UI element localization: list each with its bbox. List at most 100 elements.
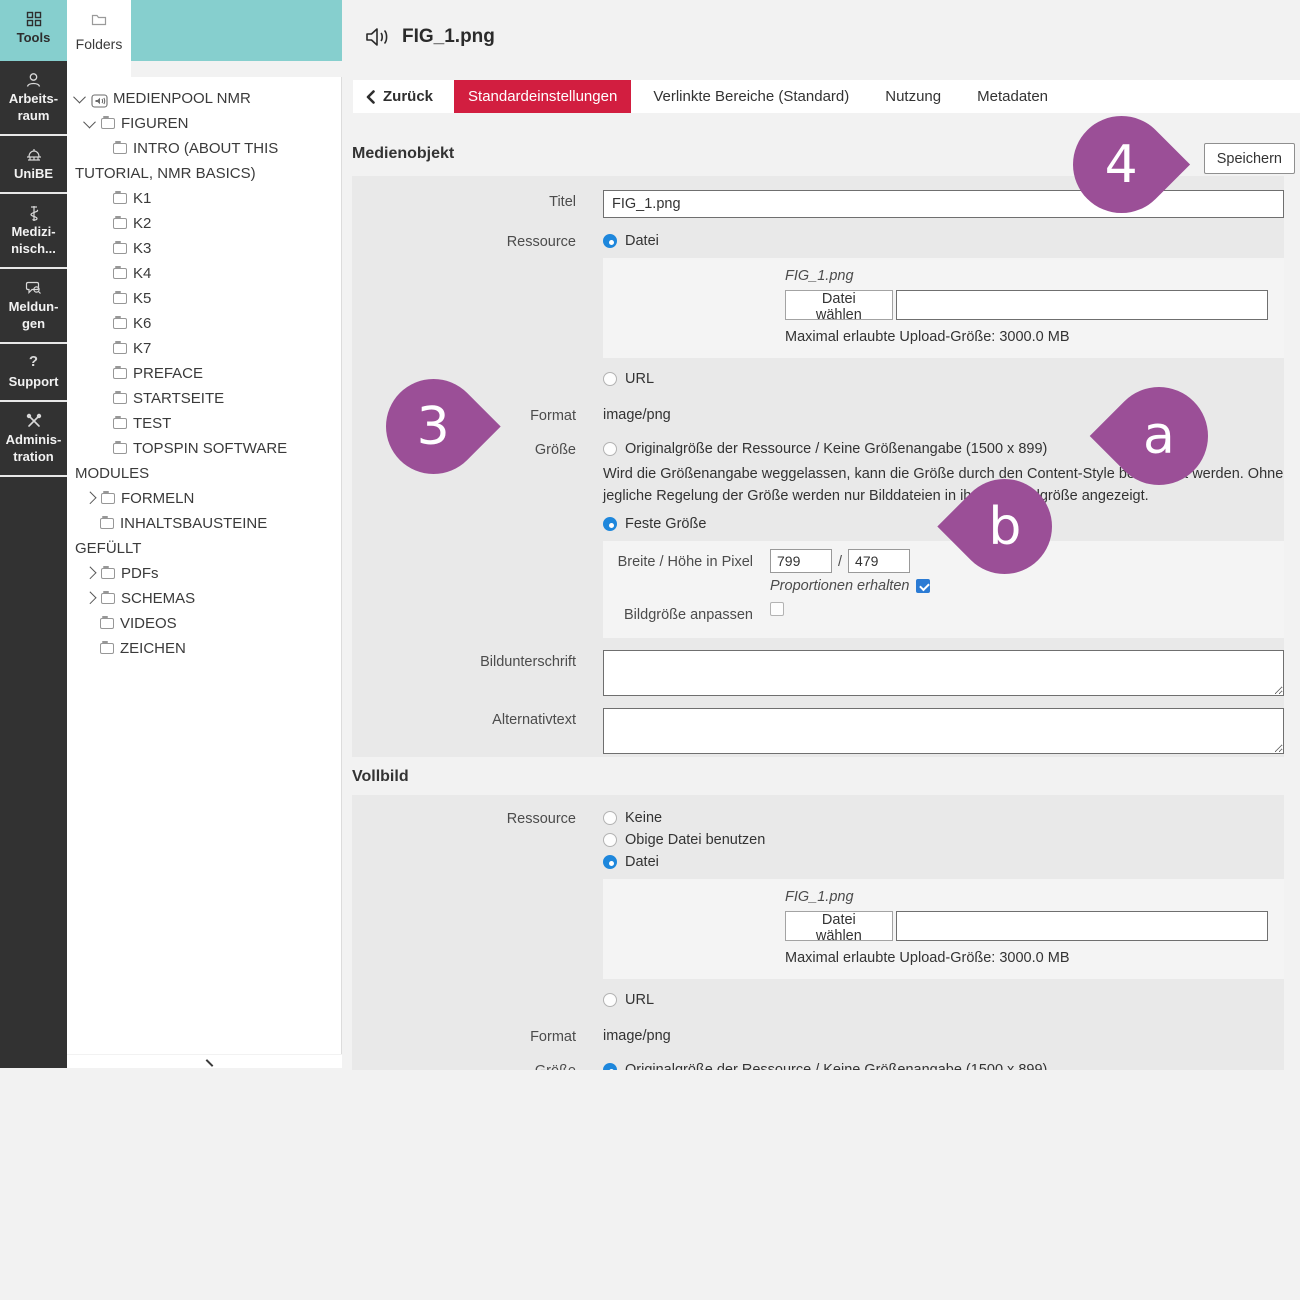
tab-metadaten[interactable]: Metadaten [963,80,1062,113]
folder-icon [113,193,127,204]
chevron-right-icon[interactable] [84,566,97,579]
upload-size-note: Maximal erlaubte Upload-Größe: 3000.0 MB [785,947,1268,969]
proportionen-label: Proportionen erhalten [770,578,909,594]
alternativtext-row: Alternativtext Wird verwendet, wenn die … [352,708,1284,757]
tree-item-k5[interactable]: K5 [75,286,325,311]
folder-icon [101,118,115,129]
tree-item-label: FORMELN [121,490,194,507]
folder-icon [101,593,115,604]
tree-item-pdfs[interactable]: PDFs [75,561,325,586]
rail-item-arbeitsraum[interactable]: Arbeits­raum [0,61,67,136]
url-radio-option[interactable]: URL [603,368,1284,390]
folder-icon [100,618,114,629]
tree-item-label: PREFACE [133,365,203,382]
medical-icon [2,203,65,221]
chevron-right-icon[interactable] [84,491,97,504]
bildgroesse-row: Bildgröße anpassen [603,602,1268,626]
radio-selected-icon[interactable] [603,234,617,248]
radio-unselected-icon[interactable] [603,442,617,456]
tab-folders[interactable]: Folders [67,0,131,77]
feste-groesse-option-label: Feste Größe [625,516,706,532]
radio-unselected-icon[interactable] [603,372,617,386]
tree-item-k1[interactable]: K1 [75,186,325,211]
keine-radio-option[interactable]: Keine [603,807,1284,829]
choose-file-button[interactable]: Datei wählen [785,911,893,941]
folder-icon [113,218,127,229]
radio-unselected-icon[interactable] [603,833,617,847]
vollbild-form: Ressource Keine Obige Datei benutzen Dat… [352,795,1284,1070]
folder-icon [113,293,127,304]
tree-item-k4[interactable]: K4 [75,261,325,286]
rail-item-label: Meldun­gen [2,298,65,332]
tree-item-topspin[interactable]: TOPSPIN SOFTWARE MODU­LES [75,436,325,486]
breite-hoehe-row: Breite / Höhe in Pi­xel / Proportionen e… [603,549,1268,594]
panel-header-bar [131,0,342,61]
back-button[interactable]: Zurück [353,80,446,113]
datei-option-label: Datei [625,854,659,870]
obige-datei-radio-option[interactable]: Obige Datei benutzen [603,829,1284,851]
rail-item-support[interactable]: ? Support [0,344,67,402]
tree-item-schemas[interactable]: SCHEMAS [75,586,325,611]
tree-item-zeichen[interactable]: ZEICHEN [75,636,325,661]
save-button[interactable]: Speichern [1204,143,1295,174]
tree-item-videos[interactable]: VIDEOS [75,611,325,636]
left-rail: Tools Arbeits­raum UniBE Medizi­nisch...… [0,0,67,1068]
folder-icon [67,12,131,30]
rail-item-label: Medizi­nisch... [2,223,65,257]
tree-item-test[interactable]: TEST [75,411,325,436]
originalgroesse-radio-option[interactable]: Originalgröße der Ressource / Keine Größ… [603,1059,1284,1070]
panel-resize-handle[interactable] [205,1059,213,1067]
upload-size-note: Maximal erlaubte Upload-Größe: 3000.0 MB [785,326,1268,348]
rail-item-unibe[interactable]: UniBE [0,136,67,194]
datei-radio-option[interactable]: Datei [603,851,1284,873]
vollbild-ressource-row: Ressource Keine Obige Datei benutzen Dat… [352,807,1284,1011]
ressource-row: Ressource Datei FIG_1.png Datei wählen M… [352,230,1284,390]
tree-item-inhaltsbausteine[interactable]: INHALTSBAUSTEINE GEFÜLLT [75,511,325,561]
tree-item-label: STARTSEITE [133,390,224,407]
rail-item-medizinisch[interactable]: Medizi­nisch... [0,194,67,269]
bildgroesse-checkbox-unchecked[interactable] [770,602,784,616]
rail-item-administration[interactable]: Adminis­tration [0,402,67,477]
tree-item-figuren[interactable]: FIGUREN [75,111,325,136]
tab-verlinkte-bereiche[interactable]: Verlinkte Bereiche (Standard) [639,80,863,113]
url-radio-option[interactable]: URL [603,989,1284,1011]
radio-unselected-icon[interactable] [603,811,617,825]
chevron-down-icon[interactable] [73,91,86,104]
alternativtext-textarea[interactable] [603,708,1284,754]
file-name-field[interactable] [896,911,1268,941]
tree-item-medienpool[interactable]: MEDIENPOOL NMR [75,86,325,111]
proportionen-checkbox-checked[interactable] [916,579,930,593]
originalgroesse-option-label: Originalgröße der Ressource / Keine Größ… [625,441,1047,457]
choose-file-button[interactable]: Datei wählen [785,290,893,320]
radio-selected-icon[interactable] [603,855,617,869]
tree-item-preface[interactable]: PREFACE [75,361,325,386]
rail-item-tools[interactable]: Tools [0,0,67,61]
width-input[interactable] [770,549,832,573]
radio-selected-icon[interactable] [603,517,617,531]
bildunterschrift-textarea[interactable] [603,650,1284,696]
panel-footer [67,1055,342,1068]
radio-unselected-icon[interactable] [603,993,617,1007]
tree-item-k2[interactable]: K2 [75,211,325,236]
section-heading-medienobjekt: Medienobjekt [352,145,454,163]
file-name-field[interactable] [896,290,1268,320]
tree-item-label: FIGUREN [121,115,189,132]
tree-item-startseite[interactable]: STARTSEITE [75,386,325,411]
tree-item-k6[interactable]: K6 [75,311,325,336]
file-upload-panel: FIG_1.png Datei wählen Maximal erlaubte … [603,258,1284,358]
radio-selected-icon[interactable] [603,1063,617,1070]
chevron-right-icon[interactable] [84,591,97,604]
chevron-down-icon[interactable] [83,116,96,129]
tree-item-k7[interactable]: K7 [75,336,325,361]
titel-input[interactable] [603,190,1284,218]
tab-nutzung[interactable]: Nutzung [871,80,955,113]
rail-item-meldungen[interactable]: Meldun­gen [0,269,67,344]
dimension-separator: / [838,554,842,570]
tree-item-label: ZEICHEN [120,640,186,657]
tree-item-intro[interactable]: INTRO (ABOUT THIS TUTORI­AL, NMR BASICS) [75,136,325,186]
tab-standardeinstellungen[interactable]: Standardeinstellungen [454,80,631,113]
tree-item-k3[interactable]: K3 [75,236,325,261]
height-input[interactable] [848,549,910,573]
datei-radio-option[interactable]: Datei [603,230,1284,252]
tree-item-formeln[interactable]: FORMELN [75,486,325,511]
